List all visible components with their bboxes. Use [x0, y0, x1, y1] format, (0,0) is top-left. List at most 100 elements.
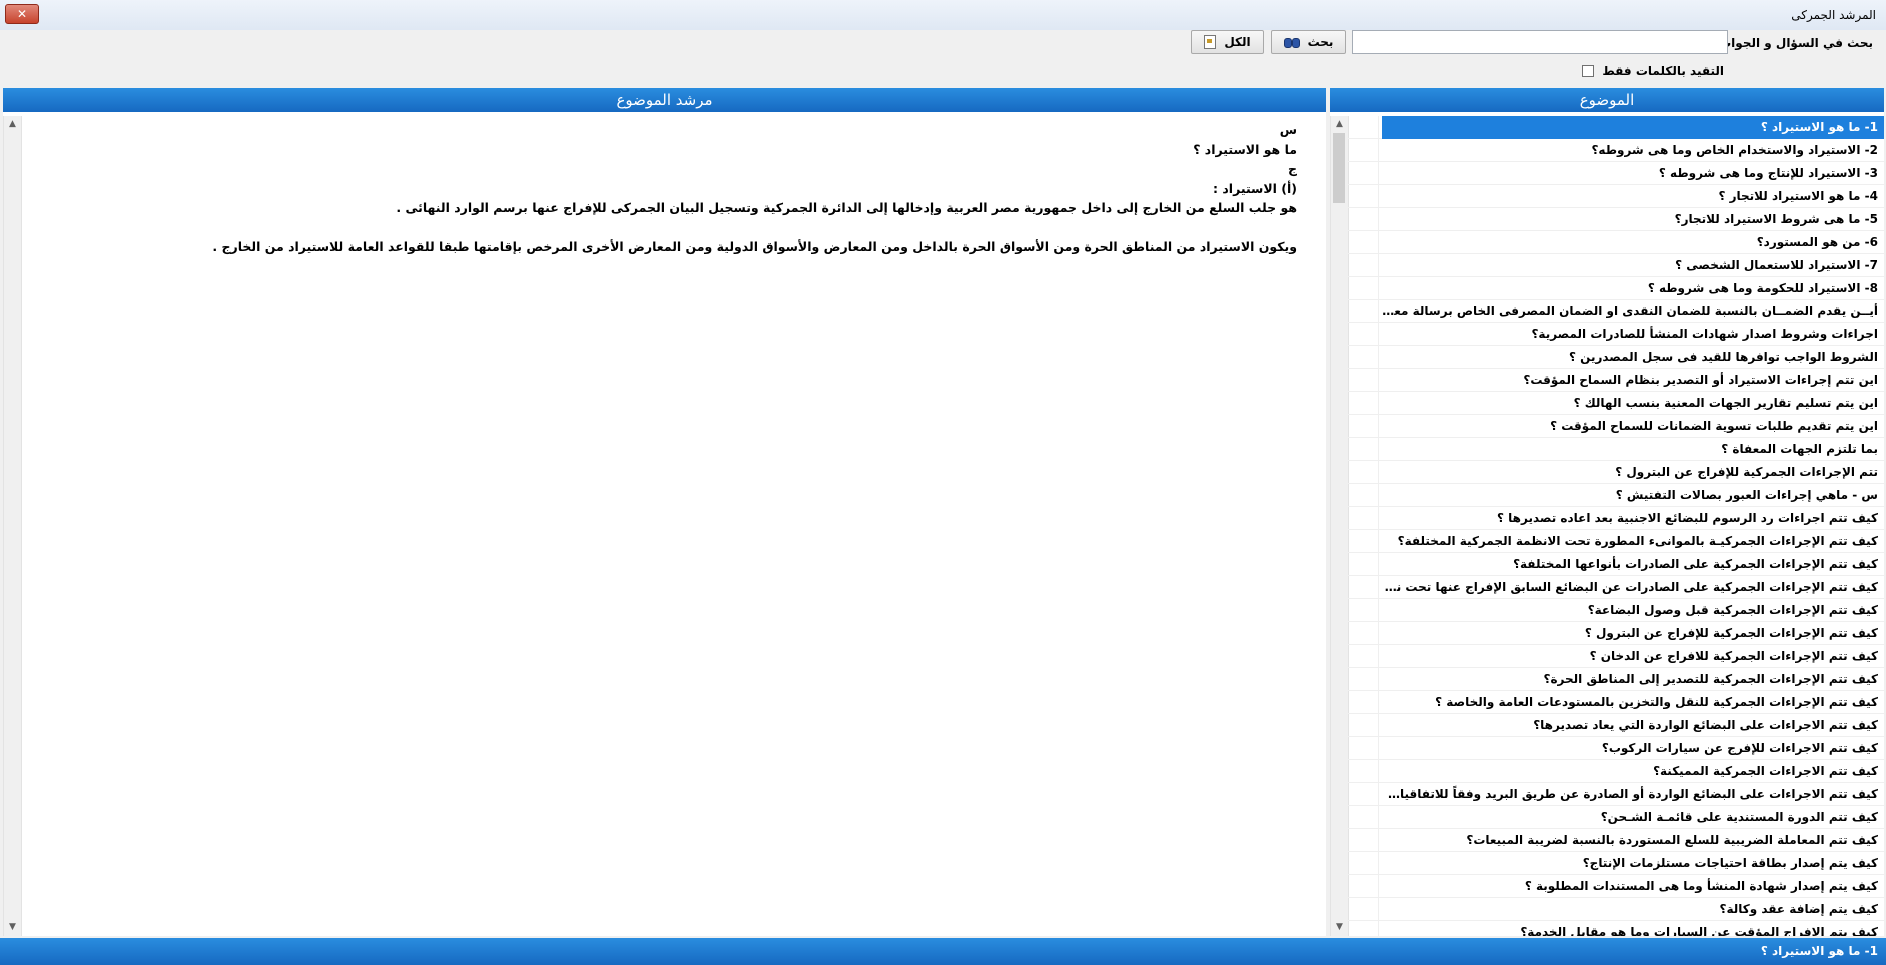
topic-list-item[interactable]: 6- من هو المستورد؟	[1348, 231, 1884, 254]
topic-label: 7- الاستيراد للاستعمال الشخصى ؟	[1675, 258, 1878, 272]
topic-label: كيف تتم الإجراءات الجمركية للتصدير إلى ا…	[1543, 672, 1879, 686]
topic-label: كيف تتم الإجراءات الجمركية قبل وصول البض…	[1587, 603, 1878, 617]
topics-scrollbar[interactable]: ▲ ▼	[1330, 116, 1349, 936]
row-indicator	[1348, 438, 1379, 461]
topic-list-item[interactable]: 2- الاستيراد والاستخدام الخاص وما هى شرو…	[1348, 139, 1884, 162]
exact-words-checkbox[interactable]	[1582, 65, 1595, 77]
row-indicator	[1348, 783, 1379, 806]
topic-list-item[interactable]: 1- ما هو الاستيراد ؟	[1348, 116, 1884, 139]
answer-line: هو جلب السلع من الخارج إلى داخل جمهورية …	[396, 200, 1297, 215]
topic-list-item[interactable]: اين تتم إجراءات الاستيراد أو التصدير بنظ…	[1348, 369, 1884, 392]
topic-list-item[interactable]: كيف تتم الاجراءات على البضائع الواردة ال…	[1348, 714, 1884, 737]
topic-list-item[interactable]: كيف تتم المعاملة الضريبية للسلع المستورد…	[1348, 829, 1884, 852]
topic-list-item[interactable]: كيف تتم الإجراءات الجمركية للإفراج عن ال…	[1348, 622, 1884, 645]
topic-list-item[interactable]: كيف يتم الإفراج المؤقت عن السيارات وما ه…	[1348, 921, 1884, 936]
scroll-up-icon[interactable]: ▲	[4, 116, 21, 133]
content-header: مرشد الموضوع	[3, 88, 1326, 112]
topics-header: الموضوع	[1330, 88, 1884, 112]
show-all-button[interactable]: الكل	[1191, 30, 1264, 54]
topic-label: 5- ما هى شروط الاستيراد للاتجار؟	[1674, 212, 1878, 226]
answer-text[interactable]: س ما هو الاستيراد ؟ ج (أ) الاستيراد : هو جلب…	[20, 116, 1309, 936]
topic-list-item[interactable]: كيف يتم إصدار شهادة المنشأ وما هى المستن…	[1348, 875, 1884, 898]
document-icon	[1204, 35, 1217, 49]
topic-list-item[interactable]: الشروط الواجب توافرها للقيد فى سجل المصد…	[1348, 346, 1884, 369]
topic-list-item[interactable]: 8- الاستيراد للحكومة وما هى شروطه ؟	[1348, 277, 1884, 300]
topic-list-item[interactable]: كيف تتم الإجراءات الجمركية قبل وصول البض…	[1348, 599, 1884, 622]
row-indicator	[1348, 852, 1379, 875]
topic-list-item[interactable]: 5- ما هى شروط الاستيراد للاتجار؟	[1348, 208, 1884, 231]
topic-list-item[interactable]: كيف تتم اجراءات رد الرسوم للبضائع الاجنب…	[1348, 507, 1884, 530]
search-input[interactable]	[1352, 30, 1728, 54]
close-button[interactable]: ✕	[5, 4, 39, 24]
topic-list-item[interactable]: كيف تتم الدورة المستندية على قائمـة الشـ…	[1348, 806, 1884, 829]
scroll-down-icon[interactable]: ▼	[1331, 919, 1348, 936]
row-indicator	[1348, 576, 1379, 599]
topic-list-item[interactable]: كيف تتم الإجراءات الجمركية للتصدير إلى ا…	[1348, 668, 1884, 691]
topic-label: كيف تتم الدورة المستندية على قائمـة الشـ…	[1600, 810, 1878, 824]
row-indicator	[1348, 323, 1379, 346]
topic-label: س - ماهي إجراءات العبور بصالات التفتيش ؟	[1615, 488, 1878, 502]
topic-list-item[interactable]: 7- الاستيراد للاستعمال الشخصى ؟	[1348, 254, 1884, 277]
search-label: بحث في السؤال و الجواب	[1719, 36, 1873, 50]
scroll-down-icon[interactable]: ▼	[4, 919, 21, 936]
topic-label: اين يتم تسليم تقارير الجهات المعنية بنسب…	[1573, 396, 1878, 410]
topic-list-item[interactable]: كيف تتم الاجراءات على البضائع الواردة أو…	[1348, 783, 1884, 806]
topic-list-item[interactable]: كيف تتم الإجراءات الجمركية للنقل والتخزي…	[1348, 691, 1884, 714]
answer-line: س	[1279, 122, 1297, 137]
title-bar: المرشد الجمركى ✕	[0, 0, 1886, 31]
topic-label: كيف تتم الإجراءات الجمركية للافراج عن ال…	[1589, 649, 1878, 663]
topic-label: كيف تتم اجراءات رد الرسوم للبضائع الاجنب…	[1497, 511, 1878, 525]
topic-list-item[interactable]: أيــن يقدم الضمــان بالنسبة للضمان النقد…	[1348, 300, 1884, 323]
topic-label: 1- ما هو الاستيراد ؟	[1382, 116, 1884, 139]
topic-list-item[interactable]: كيف يتم إضافة عقد وكالة؟	[1348, 898, 1884, 921]
row-indicator	[1348, 645, 1379, 668]
row-indicator	[1348, 760, 1379, 783]
topic-label: كيف يتم إصدار شهادة المنشأ وما هى المستن…	[1524, 879, 1878, 893]
scroll-up-icon[interactable]: ▲	[1331, 116, 1348, 133]
topic-label: كيف يتم إصدار بطاقة احتياجات مستلزمات ال…	[1582, 856, 1878, 870]
row-indicator	[1348, 116, 1379, 139]
topic-label: كيف تتم الاجراءات على البضائع الواردة أو…	[1382, 787, 1878, 801]
topic-label: الشروط الواجب توافرها للقيد فى سجل المصد…	[1569, 350, 1878, 364]
topic-list-item[interactable]: كيف تتم الإجراءات الجمركية على الصادرات …	[1348, 576, 1884, 599]
row-indicator	[1348, 921, 1379, 936]
topic-list-item[interactable]: 4- ما هو الاستيراد للاتجار ؟	[1348, 185, 1884, 208]
topic-label: كيف يتم إضافة عقد وكالة؟	[1719, 902, 1879, 916]
topic-label: أيــن يقدم الضمــان بالنسبة للضمان النقد…	[1382, 304, 1878, 318]
answer-line	[20, 218, 1297, 238]
row-indicator	[1348, 507, 1379, 530]
search-button[interactable]: بحث	[1271, 30, 1346, 54]
topics-list-area: ▲ ▼ 1- ما هو الاستيراد ؟ 2- الاستيراد وال…	[1330, 116, 1884, 936]
topic-list-item[interactable]: بما تلتزم الجهات المعفاة ؟	[1348, 438, 1884, 461]
row-indicator	[1348, 277, 1379, 300]
row-indicator	[1348, 346, 1379, 369]
window-title: المرشد الجمركى	[1791, 8, 1876, 22]
exact-words-option: التقيد بالكلمات فقط	[1582, 64, 1724, 78]
row-indicator	[1348, 415, 1379, 438]
topic-list-item[interactable]: تتم الإجراءات الجمركية للإفراج عن البترو…	[1348, 461, 1884, 484]
topic-label: بما تلتزم الجهات المعفاة ؟	[1721, 442, 1878, 456]
row-indicator	[1348, 599, 1379, 622]
scroll-thumb[interactable]	[1333, 133, 1345, 203]
topic-list-item[interactable]: كيف تتم الإجراءات الجمركيـة بالموانىء ال…	[1348, 530, 1884, 553]
topic-list-item[interactable]: 3- الاستيراد للإنتاج وما هى شروطه ؟	[1348, 162, 1884, 185]
topic-label: 3- الاستيراد للإنتاج وما هى شروطه ؟	[1658, 166, 1878, 180]
topic-list-item[interactable]: اين يتم تقديم طلبات تسوية الضمانات للسما…	[1348, 415, 1884, 438]
topic-label: كيف تتم الإجراءات الجمركية للإفراج عن ال…	[1584, 626, 1878, 640]
topic-list-item[interactable]: اجراءات وشروط اصدار شهادات المنشأ للصادر…	[1348, 323, 1884, 346]
topic-list-item[interactable]: كيف تتم الاجراءات للإفرج عن سيارات الركو…	[1348, 737, 1884, 760]
content-panel: مرشد الموضوع ▲ ▼ س ما هو الاستيراد ؟ ج (أ) …	[3, 88, 1326, 936]
row-indicator	[1348, 898, 1379, 921]
topic-list-item[interactable]: اين يتم تسليم تقارير الجهات المعنية بنسب…	[1348, 392, 1884, 415]
topic-list-item[interactable]: كيف تتم الإجراءات الجمركية على الصادرات …	[1348, 553, 1884, 576]
row-indicator	[1348, 530, 1379, 553]
exact-words-label: التقيد بالكلمات فقط	[1602, 64, 1724, 78]
topic-list-item[interactable]: كيف يتم إصدار بطاقة احتياجات مستلزمات ال…	[1348, 852, 1884, 875]
row-indicator	[1348, 139, 1379, 162]
topic-list-item[interactable]: كيف تتم الإجراءات الجمركية للافراج عن ال…	[1348, 645, 1884, 668]
topic-label: 2- الاستيراد والاستخدام الخاص وما هى شرو…	[1591, 143, 1878, 157]
topic-list-item[interactable]: س - ماهي إجراءات العبور بصالات التفتيش ؟	[1348, 484, 1884, 507]
topic-list-item[interactable]: كيف تتم الاجراءات الجمركية المميكنة؟	[1348, 760, 1884, 783]
row-indicator	[1348, 737, 1379, 760]
row-indicator	[1348, 553, 1379, 576]
